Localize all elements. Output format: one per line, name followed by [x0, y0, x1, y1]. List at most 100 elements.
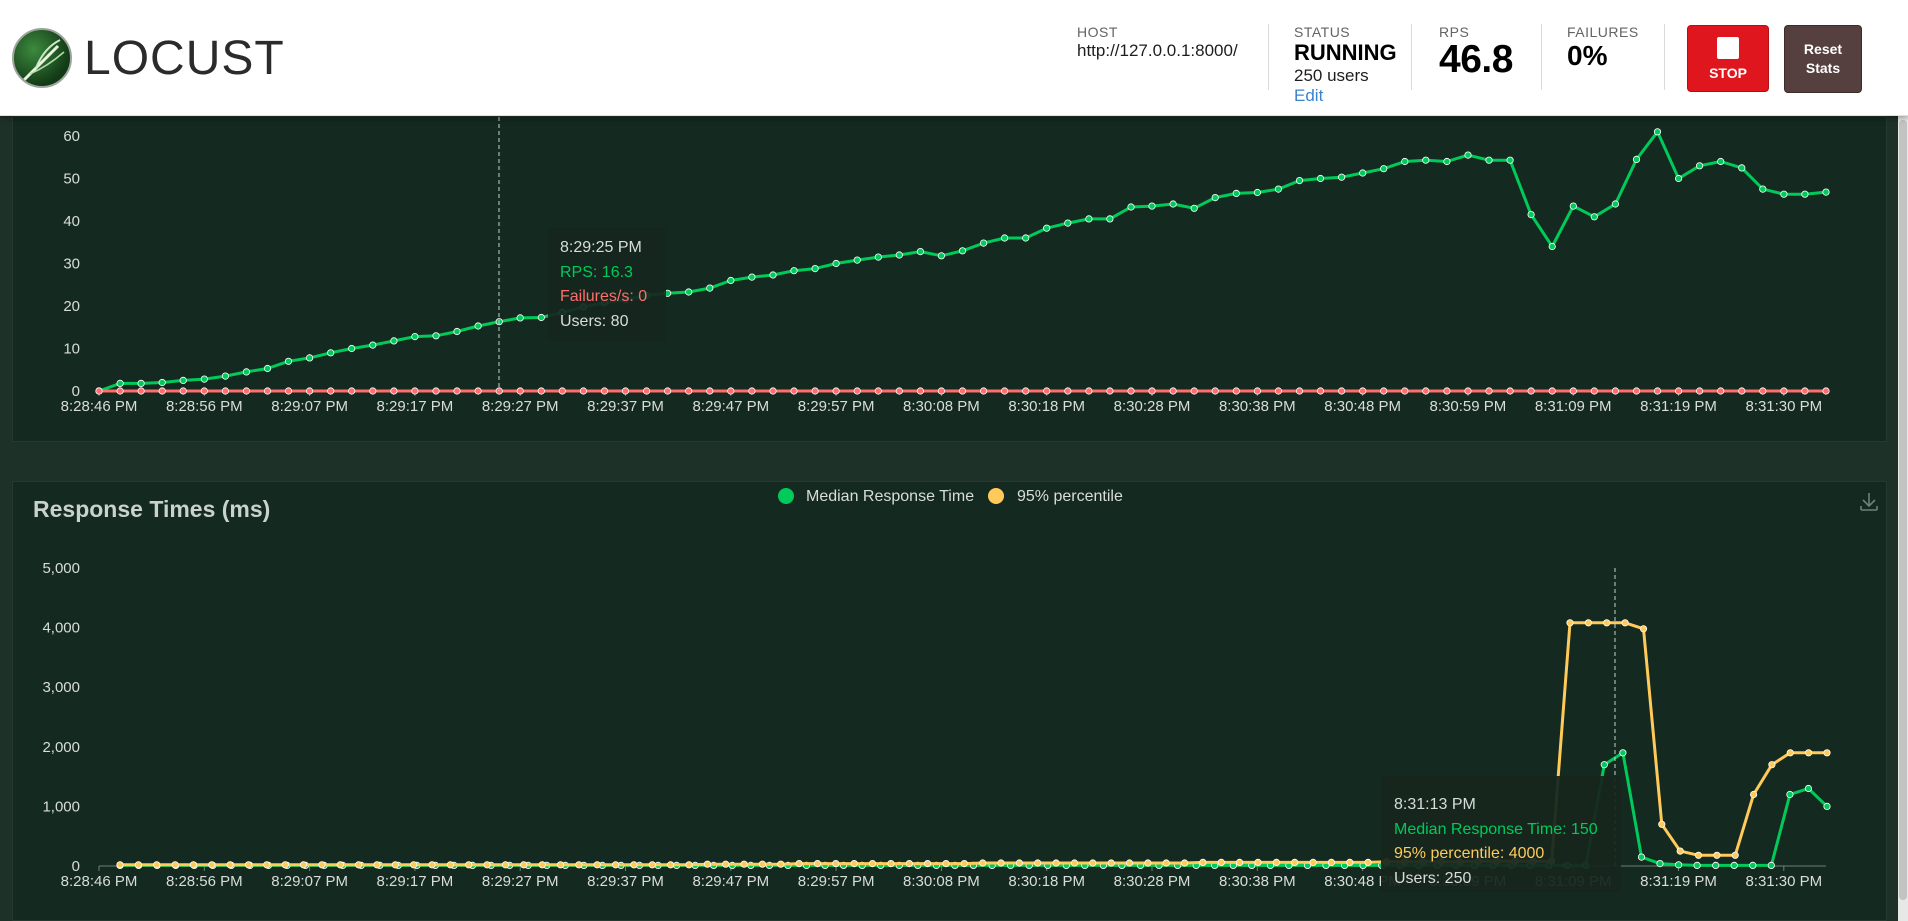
page-scrollbar[interactable] — [1898, 116, 1908, 921]
status-label: STATUS — [1294, 24, 1351, 40]
divider — [1541, 24, 1542, 90]
data-point — [1422, 156, 1430, 164]
data-point — [1254, 858, 1262, 867]
data-point — [179, 387, 187, 395]
data-point — [1380, 387, 1388, 395]
x-tick-label: 8:30:38 PM — [1219, 398, 1296, 415]
data-point — [1232, 189, 1240, 197]
data-point — [390, 337, 398, 345]
x-tick-label: 8:30:38 PM — [1219, 873, 1296, 890]
data-point — [1106, 215, 1114, 223]
data-point — [685, 387, 693, 395]
data-point — [1675, 861, 1683, 869]
tooltip-time: 8:29:25 PM — [560, 239, 642, 256]
data-point — [832, 859, 840, 868]
data-point — [1125, 859, 1134, 867]
data-point — [1676, 847, 1684, 855]
failures-label: FAILURES — [1567, 24, 1639, 40]
x-tick-label: 8:30:28 PM — [1114, 873, 1191, 890]
data-point — [979, 859, 987, 867]
data-point — [410, 861, 418, 869]
data-point — [769, 271, 777, 279]
data-point — [1274, 387, 1283, 395]
data-point — [850, 859, 858, 868]
x-tick-label: 8:30:18 PM — [1008, 873, 1085, 890]
y-tick-label: 2,000 — [42, 739, 80, 756]
data-point — [263, 387, 272, 395]
data-point — [811, 264, 819, 273]
data-point — [1656, 859, 1664, 868]
data-point — [1401, 387, 1409, 395]
data-point — [1653, 128, 1662, 136]
data-point — [666, 861, 675, 869]
data-point — [1506, 156, 1514, 164]
data-point — [221, 372, 229, 380]
failures-value: 0% — [1567, 40, 1608, 71]
edit-users-link[interactable]: Edit — [1294, 86, 1397, 106]
divider — [1664, 24, 1665, 90]
data-point — [1780, 190, 1788, 198]
data-point — [1107, 859, 1115, 867]
data-point — [1590, 213, 1598, 221]
data-point — [1823, 802, 1831, 811]
legend-swatch-p95 — [988, 488, 1004, 504]
data-point — [1823, 749, 1831, 757]
data-point — [1295, 177, 1304, 185]
data-point — [158, 387, 166, 395]
data-point — [1717, 157, 1725, 166]
data-point — [979, 387, 988, 395]
reset-stats-button[interactable]: Reset Stats — [1784, 25, 1862, 93]
users-count: 250 users — [1294, 66, 1369, 85]
data-point — [305, 354, 314, 362]
data-point — [284, 357, 293, 365]
data-point — [474, 387, 482, 395]
x-tick-label: 8:28:56 PM — [166, 398, 243, 415]
data-point — [465, 861, 473, 869]
data-point — [1359, 387, 1367, 395]
stop-button[interactable]: STOP — [1687, 25, 1769, 92]
data-point — [411, 387, 419, 395]
data-point — [1464, 387, 1472, 395]
x-tick-label: 8:29:27 PM — [482, 398, 559, 415]
data-point — [1085, 215, 1093, 223]
data-point — [1632, 387, 1641, 395]
data-point — [958, 247, 967, 255]
data-point — [1364, 858, 1372, 867]
x-tick-label: 8:30:48 PM — [1324, 398, 1401, 415]
data-point — [242, 368, 250, 376]
data-point — [1232, 387, 1240, 395]
locust-logo[interactable]: LOCUST — [12, 28, 285, 88]
data-point — [226, 861, 234, 869]
data-point — [916, 248, 925, 256]
host-value: http://127.0.0.1:8000/ — [1077, 41, 1238, 60]
data-point — [979, 239, 988, 247]
data-point — [116, 379, 124, 387]
data-point — [648, 861, 656, 869]
data-point — [1611, 387, 1620, 395]
data-point — [1590, 387, 1598, 395]
data-point — [1085, 387, 1093, 395]
data-point — [200, 375, 208, 383]
data-point — [1443, 157, 1451, 166]
data-point — [832, 259, 840, 268]
divider — [1268, 24, 1269, 90]
data-point — [1738, 164, 1746, 172]
data-point — [263, 364, 272, 373]
x-tick-label: 8:29:17 PM — [377, 398, 454, 415]
data-point — [137, 379, 145, 387]
data-point — [1274, 185, 1283, 193]
data-point — [895, 387, 903, 395]
data-point — [538, 861, 546, 869]
x-tick-label: 8:29:07 PM — [271, 873, 348, 890]
data-point — [1780, 387, 1788, 395]
data-point — [1675, 174, 1683, 183]
scrollbar-thumb[interactable] — [1899, 120, 1907, 900]
data-point — [706, 387, 714, 395]
data-point — [1015, 859, 1024, 867]
data-point — [777, 860, 785, 868]
x-tick-label: 8:31:09 PM — [1535, 398, 1612, 415]
charts-canvas: 01020304050608:28:46 PM 8:28:56 PM 8:29:07… — [33, 117, 1878, 892]
data-point — [579, 387, 588, 395]
x-tick-label: 8:30:59 PM — [1430, 398, 1507, 415]
data-point — [1569, 387, 1577, 395]
